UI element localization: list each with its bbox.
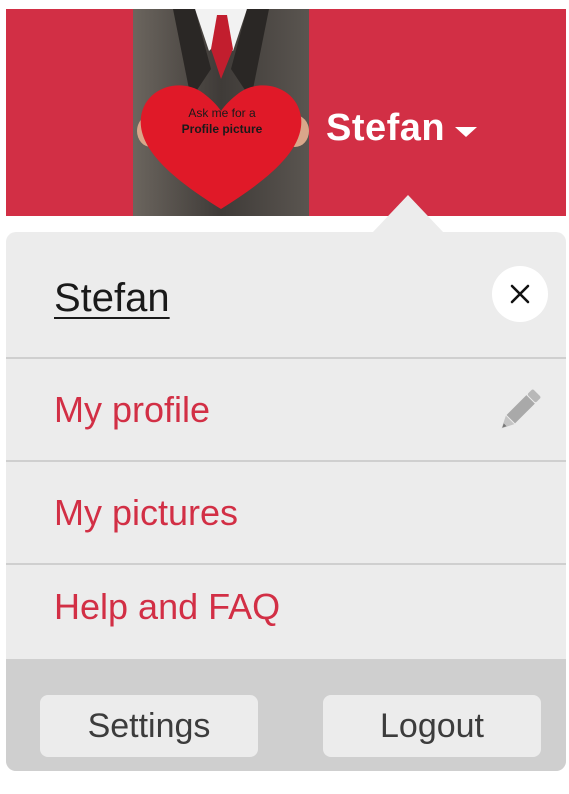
user-menu-toggle[interactable]: Stefan — [326, 107, 478, 150]
menu-item-my-profile[interactable]: My profile — [6, 359, 566, 462]
logout-button[interactable]: Logout — [323, 695, 541, 757]
menu-item-my-pictures[interactable]: My pictures — [6, 462, 566, 565]
caret-down-icon — [455, 126, 478, 137]
menu-name-row: Stefan — [6, 232, 566, 359]
menu-footer: Settings Logout — [6, 659, 566, 771]
user-dropdown-menu: Stefan My profile My pictures Help and F… — [6, 232, 566, 771]
header-username: Stefan — [326, 107, 446, 149]
menu-item-label: My pictures — [54, 491, 239, 533]
avatar-caption: Ask me for a Profile picture — [157, 105, 287, 137]
profile-name-link[interactable]: Stefan — [54, 276, 170, 321]
close-icon[interactable] — [492, 266, 548, 322]
profile-header: Ask me for a Profile picture Stefan — [6, 9, 566, 216]
avatar-caption-line1: Ask me for a — [188, 106, 256, 120]
avatar[interactable]: Ask me for a Profile picture — [133, 9, 309, 216]
avatar-caption-line2: Profile picture — [181, 122, 263, 136]
settings-button[interactable]: Settings — [40, 695, 258, 757]
menu-item-label: Help and FAQ — [54, 586, 281, 627]
menu-item-label: My profile — [54, 388, 211, 430]
dropdown-pointer — [372, 195, 444, 233]
menu-item-help-faq[interactable]: Help and FAQ — [6, 565, 566, 659]
pencil-icon[interactable] — [494, 384, 546, 436]
